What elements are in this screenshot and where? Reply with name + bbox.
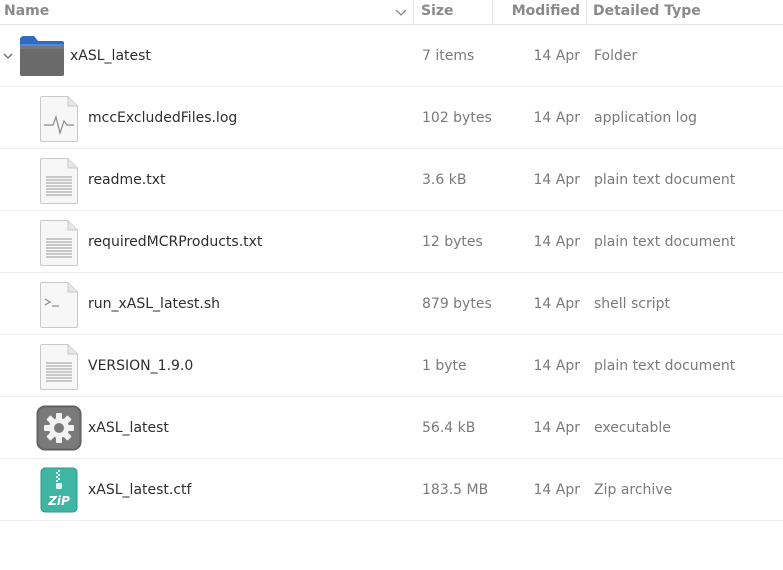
- file-name: mccExcludedFiles.log: [88, 110, 238, 126]
- file-name: readme.txt: [88, 172, 166, 188]
- file-type: Folder: [594, 48, 638, 64]
- column-divider[interactable]: [492, 0, 493, 24]
- file-size: 56.4 kB: [422, 420, 476, 436]
- chevron-down-icon[interactable]: [2, 48, 14, 64]
- file-size: 1 byte: [422, 358, 467, 374]
- file-name: requiredMCRProducts.txt: [88, 234, 263, 250]
- file-name: xASL_latest: [88, 420, 169, 436]
- column-header-size[interactable]: Size: [421, 0, 491, 24]
- file-name: run_xASL_latest.sh: [88, 296, 221, 312]
- file-row[interactable]: xASL_latest 56.4 kB 14 Apr executable: [0, 397, 783, 459]
- column-header: Name Size Modified Detailed Type: [0, 0, 783, 25]
- column-divider[interactable]: [413, 0, 414, 24]
- file-type: executable: [594, 420, 671, 436]
- file-size: 879 bytes: [422, 296, 492, 312]
- column-header-type[interactable]: Detailed Type: [593, 0, 778, 24]
- file-row[interactable]: ZiP xASL_latest.ctf 183.5 MB 14 Apr Zip …: [0, 459, 783, 521]
- file-type: plain text document: [594, 172, 736, 188]
- file-modified: 14 Apr: [533, 48, 580, 64]
- sort-chevron-icon[interactable]: [393, 4, 409, 20]
- text-file-icon: [40, 158, 78, 204]
- file-modified: 14 Apr: [533, 172, 580, 188]
- column-header-name[interactable]: Name: [4, 0, 384, 24]
- folder-icon: [20, 36, 64, 76]
- file-size: 12 bytes: [422, 234, 483, 250]
- file-size: 3.6 kB: [422, 172, 467, 188]
- shell-script-icon: [40, 282, 78, 328]
- file-row[interactable]: VERSION_1.9.0 1 byte 14 Apr plain text d…: [0, 335, 783, 397]
- file-row[interactable]: run_xASL_latest.sh 879 bytes 14 Apr shel…: [0, 273, 783, 335]
- zip-archive-icon: ZiP: [40, 467, 78, 513]
- file-modified: 14 Apr: [533, 234, 580, 250]
- file-row[interactable]: mccExcludedFiles.log 102 bytes 14 Apr ap…: [0, 87, 783, 149]
- file-type: plain text document: [594, 358, 736, 374]
- text-file-icon: [40, 344, 78, 390]
- text-file-icon: [40, 220, 78, 266]
- file-type: shell script: [594, 296, 671, 312]
- file-row-folder[interactable]: xASL_latest 7 items 14 Apr Folder: [0, 25, 783, 87]
- file-size: 102 bytes: [422, 110, 492, 126]
- file-size: 7 items: [422, 48, 475, 64]
- log-file-icon: [40, 96, 78, 142]
- file-modified: 14 Apr: [533, 482, 580, 498]
- column-header-modified[interactable]: Modified: [500, 0, 580, 24]
- file-row[interactable]: requiredMCRProducts.txt 12 bytes 14 Apr …: [0, 211, 783, 273]
- file-modified: 14 Apr: [533, 420, 580, 436]
- column-divider[interactable]: [586, 0, 587, 24]
- zip-icon-text: ZiP: [47, 494, 70, 508]
- file-row[interactable]: readme.txt 3.6 kB 14 Apr plain text docu…: [0, 149, 783, 211]
- file-name: xASL_latest.ctf: [88, 482, 192, 498]
- file-name: VERSION_1.9.0: [88, 358, 194, 374]
- file-name: xASL_latest: [70, 48, 151, 64]
- file-type: Zip archive: [594, 482, 673, 498]
- file-modified: 14 Apr: [533, 296, 580, 312]
- file-type: application log: [594, 110, 698, 126]
- file-type: plain text document: [594, 234, 736, 250]
- file-modified: 14 Apr: [533, 358, 580, 374]
- executable-gear-icon: [36, 405, 82, 451]
- file-size: 183.5 MB: [422, 482, 489, 498]
- file-modified: 14 Apr: [533, 110, 580, 126]
